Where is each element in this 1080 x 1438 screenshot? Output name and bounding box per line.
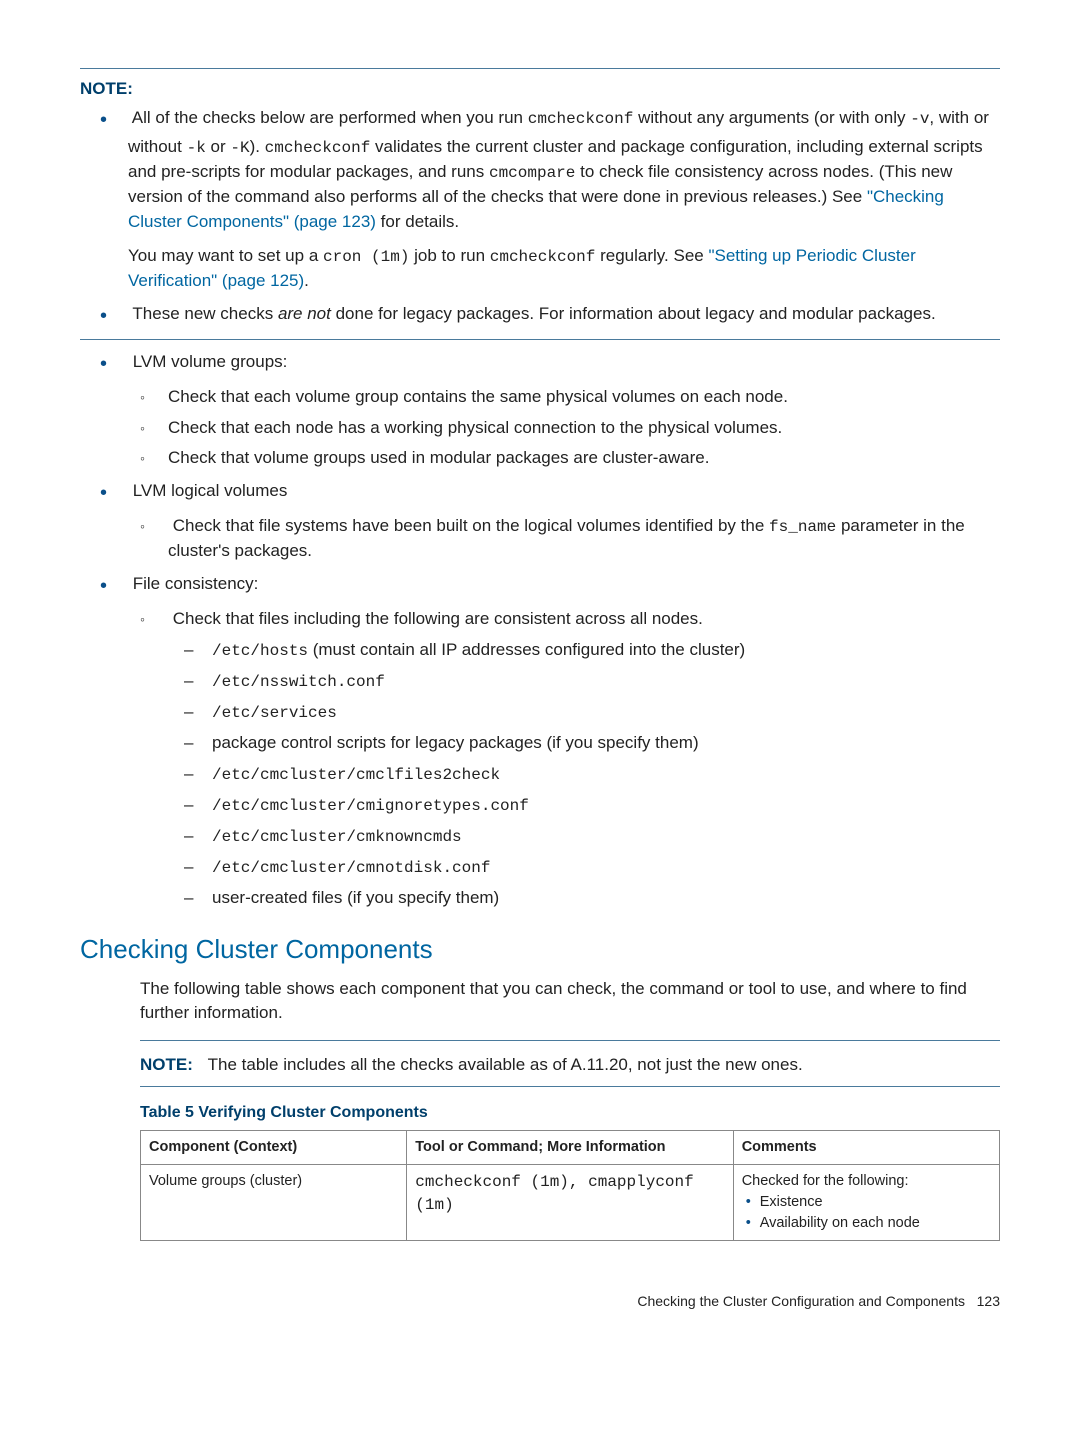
sub-item: Check that file systems have been built … (128, 514, 1000, 564)
code: cmcheckconf (490, 248, 596, 266)
code: cmcheckconf (528, 110, 634, 128)
code: fs_name (769, 518, 836, 536)
dash-item: /etc/services (168, 700, 1000, 725)
sub-item: Check that files including the following… (128, 607, 1000, 911)
note-bullet-2: These new checks are not done for legacy… (80, 302, 1000, 331)
note-label: NOTE: (80, 77, 1000, 102)
dash-item: package control scripts for legacy packa… (168, 731, 1000, 756)
text: done for legacy packages. For informatio… (331, 304, 936, 323)
item-file-consistency: File consistency: Check that files inclu… (80, 572, 1000, 911)
text: or (206, 137, 231, 156)
dash-item: /etc/cmcluster/cmignoretypes.conf (168, 793, 1000, 818)
sub-item: Check that each node has a working physi… (128, 416, 1000, 441)
sub-item: Check that volume groups used in modular… (128, 446, 1000, 471)
dash-item: /etc/cmcluster/cmclfiles2check (168, 762, 1000, 787)
text: . (304, 271, 309, 290)
code: -K (230, 139, 249, 157)
col-comments: Comments (733, 1130, 999, 1164)
code: -v (910, 110, 929, 128)
col-component: Component (Context) (141, 1130, 407, 1164)
cell-comments: Checked for the following: Existence Ava… (733, 1164, 999, 1240)
text: File consistency: (133, 574, 259, 593)
text: LVM logical volumes (133, 481, 288, 500)
text: You may want to set up a (128, 246, 323, 265)
page-number: 123 (977, 1293, 1000, 1309)
col-tool: Tool or Command; More Information (407, 1130, 733, 1164)
footer-text: Checking the Cluster Configuration and C… (637, 1293, 965, 1309)
dash-item: /etc/cmcluster/cmnotdisk.conf (168, 855, 1000, 880)
cell-bullet: Existence (746, 1192, 991, 1213)
text: These new checks (132, 304, 278, 323)
section-intro: The following table shows each component… (140, 977, 1000, 1026)
code: cmcompare (489, 164, 575, 182)
cell-tool: cmcheckconf (1m), cmapplyconf (1m) (407, 1164, 733, 1240)
page-footer: Checking the Cluster Configuration and C… (80, 1291, 1000, 1311)
note-label: NOTE: (140, 1055, 193, 1074)
code: /etc/cmcluster/cmclfiles2check (212, 766, 500, 784)
code: -k (187, 139, 206, 157)
text: Check that file systems have been built … (173, 516, 769, 535)
code: /etc/cmcluster/cmnotdisk.conf (212, 859, 490, 877)
code: cmcheckconf (265, 139, 371, 157)
section-heading-checking-cluster-components: Checking Cluster Components (80, 931, 1000, 969)
note-text: The table includes all the checks availa… (208, 1055, 803, 1074)
item-lvm-logical-volumes: LVM logical volumes Check that file syst… (80, 479, 1000, 564)
dash-item: user-created files (if you specify them) (168, 886, 1000, 911)
code: cmcheckconf (1m), cmapplyconf (1m) (415, 1173, 693, 1214)
cell-component: Volume groups (cluster) (141, 1164, 407, 1240)
code: /etc/hosts (212, 642, 308, 660)
dash-item: /etc/hosts (must contain all IP addresse… (168, 638, 1000, 663)
table-caption: Table 5 Verifying Cluster Components (140, 1101, 1000, 1124)
emphasis: are not (278, 304, 331, 323)
code: /etc/services (212, 704, 337, 722)
item-lvm-volume-groups: LVM volume groups: Check that each volum… (80, 350, 1000, 471)
dash-item: /etc/cmcluster/cmknowncmds (168, 824, 1000, 849)
text: LVM volume groups: (133, 352, 288, 371)
text: without any arguments (or with only (633, 108, 910, 127)
text: for details. (376, 212, 459, 231)
text: Check that files including the following… (173, 609, 703, 628)
text: ). (250, 137, 265, 156)
text: (must contain all IP addresses configure… (308, 640, 745, 659)
note-bullet-1: All of the checks below are performed wh… (80, 106, 1000, 294)
cell-bullet: Availability on each node (746, 1213, 991, 1234)
note-block: NOTE: All of the checks below are perfor… (80, 77, 1000, 331)
text: All of the checks below are performed wh… (132, 108, 528, 127)
code: /etc/cmcluster/cmknowncmds (212, 828, 462, 846)
text: job to run (409, 246, 489, 265)
dash-item: /etc/nsswitch.conf (168, 669, 1000, 694)
table-row: Volume groups (cluster) cmcheckconf (1m)… (141, 1164, 1000, 1240)
text: regularly. See (595, 246, 708, 265)
components-table: Component (Context) Tool or Command; Mor… (140, 1130, 1000, 1241)
code: /etc/nsswitch.conf (212, 673, 385, 691)
code: cron (1m) (323, 248, 409, 266)
sub-item: Check that each volume group contains th… (128, 385, 1000, 410)
text: Checked for the following: (742, 1171, 991, 1192)
code: /etc/cmcluster/cmignoretypes.conf (212, 797, 529, 815)
note-block-2: NOTE: The table includes all the checks … (140, 1053, 1000, 1078)
